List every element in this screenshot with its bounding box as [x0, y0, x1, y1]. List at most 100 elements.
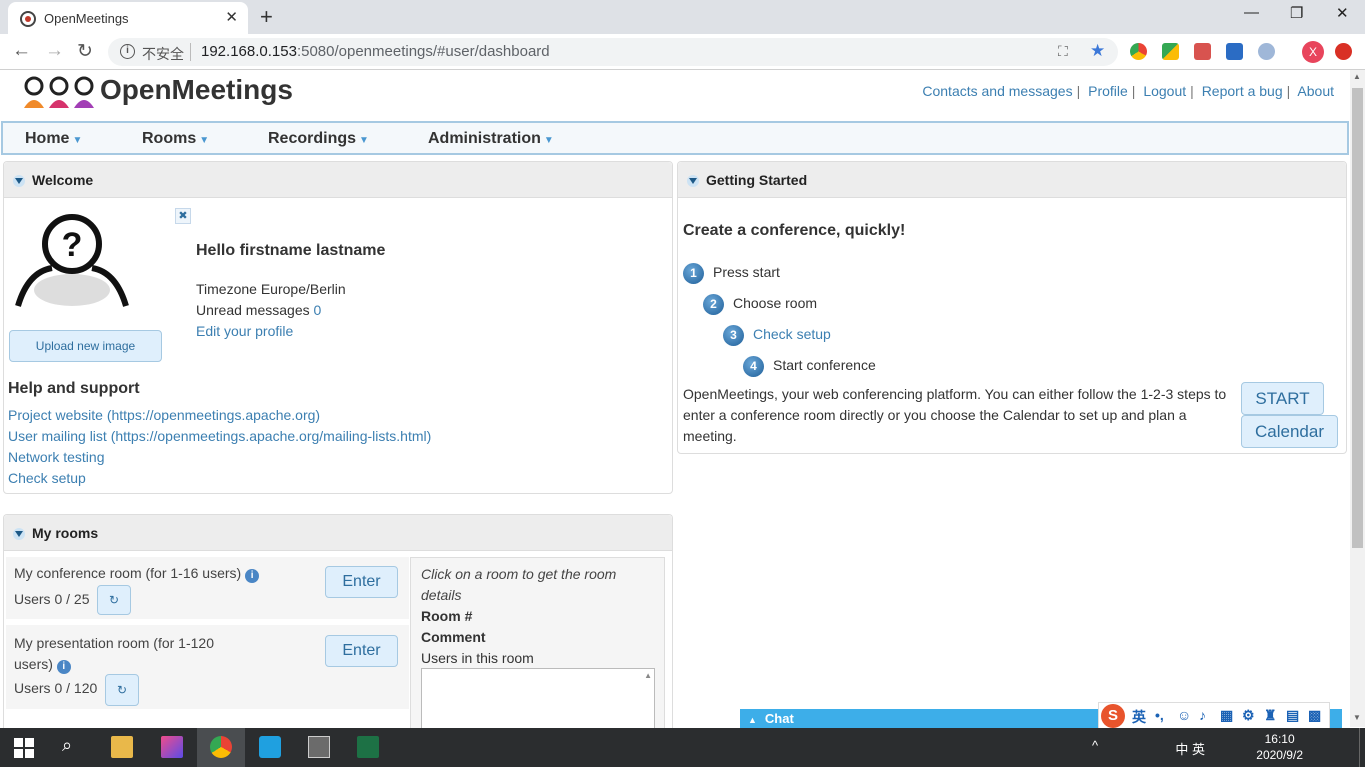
chat-label: ▲ Chat: [748, 711, 794, 726]
logout-link[interactable]: Logout: [1143, 83, 1186, 99]
my-rooms-header[interactable]: My rooms: [4, 515, 672, 551]
help-support-title: Help and support: [8, 380, 140, 397]
address-bar[interactable]: i 不安全 192.168.0.153:5080/openmeetings/#u…: [108, 38, 1118, 66]
mailing-list-link[interactable]: User mailing list (https://openmeetings.…: [8, 428, 431, 444]
chevron-down-icon: ▼: [543, 135, 554, 146]
punctuation-icon[interactable]: •,: [1155, 707, 1164, 723]
welcome-panel-header[interactable]: Welcome: [4, 162, 672, 198]
step-check-setup[interactable]: 3 Check setup: [723, 325, 831, 346]
users-in-room-list[interactable]: ▲: [421, 668, 655, 730]
close-window-icon[interactable]: ✕: [1336, 4, 1349, 22]
bookmark-star-icon[interactable]: ★: [1090, 41, 1105, 61]
intellij-icon[interactable]: [161, 736, 183, 758]
check-setup-link[interactable]: Check setup: [8, 470, 86, 486]
room-item-conference[interactable]: My conference room (for 1-16 users) i Us…: [6, 557, 409, 619]
about-link[interactable]: About: [1297, 83, 1334, 99]
microphone-icon[interactable]: ♪: [1199, 707, 1206, 723]
app-title: OpenMeetings: [100, 74, 293, 105]
chrome-extension-icon[interactable]: [1130, 43, 1147, 60]
chevron-down-icon: ▼: [199, 135, 210, 146]
drive-extension-icon[interactable]: [1162, 43, 1179, 60]
unread-count-link[interactable]: 0: [314, 302, 322, 318]
refresh-icon[interactable]: ↻: [105, 674, 139, 706]
scroll-up-arrow-icon[interactable]: ▲: [1353, 72, 1361, 81]
system-clock[interactable]: 16:10 2020/9/2: [1256, 731, 1303, 763]
info-icon[interactable]: i: [56, 660, 71, 674]
menu-administration[interactable]: Administration ▼: [428, 130, 554, 148]
chevron-down-icon: ▼: [359, 135, 369, 146]
ie-tab-extension-icon[interactable]: [1258, 43, 1275, 60]
tools-icon[interactable]: ⚙: [1242, 707, 1255, 724]
browser-tab[interactable]: OpenMeetings ✕: [8, 2, 248, 34]
room-name: My presentation room (for 1-120 users) i: [14, 635, 214, 674]
emoji-icon[interactable]: ☺: [1177, 707, 1191, 723]
scroll-up-icon[interactable]: ▲: [644, 671, 652, 680]
menu-rooms[interactable]: Rooms ▼: [142, 130, 209, 148]
enter-room-button[interactable]: Enter: [325, 635, 398, 667]
close-tab-icon[interactable]: ✕: [225, 8, 238, 26]
main-menu: Home ▼ Rooms ▼ Recordings ▼ Administration ▼: [1, 121, 1349, 155]
profile-link[interactable]: Profile: [1088, 83, 1128, 99]
skin-icon[interactable]: ♜: [1264, 707, 1277, 724]
users-in-room-label: Users in this room: [421, 650, 534, 666]
info-icon[interactable]: i: [245, 569, 260, 583]
getting-started-header[interactable]: Getting Started: [678, 162, 1346, 198]
url-text[interactable]: 192.168.0.153:5080/openmeetings/#user/da…: [201, 43, 550, 60]
windows-start-icon[interactable]: [14, 738, 34, 758]
show-desktop-button[interactable]: [1359, 728, 1365, 767]
back-icon[interactable]: ←: [12, 40, 31, 62]
tray-ime-indicator[interactable]: 中 英: [1175, 739, 1205, 758]
site-info-icon[interactable]: i: [120, 44, 135, 59]
search-icon[interactable]: ⌕: [62, 735, 84, 757]
pdf-extension-icon[interactable]: [1194, 43, 1211, 60]
vmware-icon[interactable]: [259, 736, 281, 758]
start-button[interactable]: START: [1241, 382, 1324, 415]
top-links: Contacts and messages | Profile | Logout | …: [922, 83, 1334, 99]
refresh-icon[interactable]: ↻: [97, 585, 131, 615]
grid-menu-icon[interactable]: ▩: [1308, 707, 1321, 724]
room-item-presentation[interactable]: My presentation room (for 1-120 users) i…: [6, 625, 409, 709]
new-tab-icon[interactable]: +: [260, 4, 273, 30]
project-website-link[interactable]: Project website (https://openmeetings.ap…: [8, 407, 320, 423]
page-scrollbar[interactable]: ▲ ▼: [1350, 70, 1365, 727]
ime-toolbar[interactable]: S 英 •, ☺ ♪ ▦ ⚙ ♜ ▤ ▩: [1098, 702, 1330, 730]
contacts-messages-link[interactable]: Contacts and messages: [922, 83, 1072, 99]
room-users: Users 0 / 25: [14, 591, 90, 607]
chrome-icon[interactable]: [210, 736, 232, 758]
file-explorer-icon[interactable]: [111, 736, 133, 758]
report-bug-link[interactable]: Report a bug: [1202, 83, 1283, 99]
scrollbar-thumb[interactable]: [1352, 88, 1363, 548]
restore-icon[interactable]: ❐: [1290, 4, 1303, 22]
forward-icon[interactable]: →: [45, 40, 64, 62]
minimize-icon[interactable]: —: [1244, 4, 1259, 21]
collapse-icon[interactable]: [13, 528, 25, 540]
reload-icon[interactable]: ↻: [77, 40, 93, 63]
menu-home[interactable]: Home ▼: [25, 130, 82, 148]
browser-toolbar: ← → ↻ i 不安全 192.168.0.153:5080/openmeeti…: [0, 34, 1365, 70]
update-icon[interactable]: [1335, 43, 1352, 60]
upload-image-button[interactable]: Upload new image: [9, 330, 162, 362]
screenshot-tool-icon[interactable]: [308, 736, 330, 758]
network-testing-link[interactable]: Network testing: [8, 449, 104, 465]
excel-icon[interactable]: [357, 736, 379, 758]
keyboard-icon[interactable]: ▦: [1220, 707, 1233, 724]
ime-lang-toggle[interactable]: 英: [1132, 707, 1146, 727]
edit-profile-link[interactable]: Edit your profile: [196, 323, 293, 339]
collapse-icon[interactable]: [687, 175, 699, 187]
collapse-icon[interactable]: [13, 175, 25, 187]
enter-room-button[interactable]: Enter: [325, 566, 398, 598]
getting-started-panel: Getting Started Create a conference, qui…: [677, 161, 1347, 454]
scroll-down-arrow-icon[interactable]: ▼: [1353, 713, 1361, 722]
office-extension-icon[interactable]: [1226, 43, 1243, 60]
menu-recordings[interactable]: Recordings ▼: [268, 130, 369, 148]
simplified-icon[interactable]: ▤: [1286, 707, 1299, 724]
translate-icon[interactable]: ⛶: [1058, 43, 1068, 60]
timezone-text: Timezone Europe/Berlin: [196, 281, 346, 297]
remove-image-icon[interactable]: ✖: [175, 208, 191, 224]
tray-expand-icon[interactable]: ^: [1092, 738, 1098, 753]
calendar-button[interactable]: Calendar: [1241, 415, 1338, 448]
greeting-text: Hello firstname lastname: [196, 242, 386, 259]
check-setup-step-link[interactable]: Check setup: [753, 326, 831, 342]
room-details: Click on a room to get the room details …: [410, 557, 665, 730]
profile-avatar[interactable]: X: [1302, 41, 1324, 63]
